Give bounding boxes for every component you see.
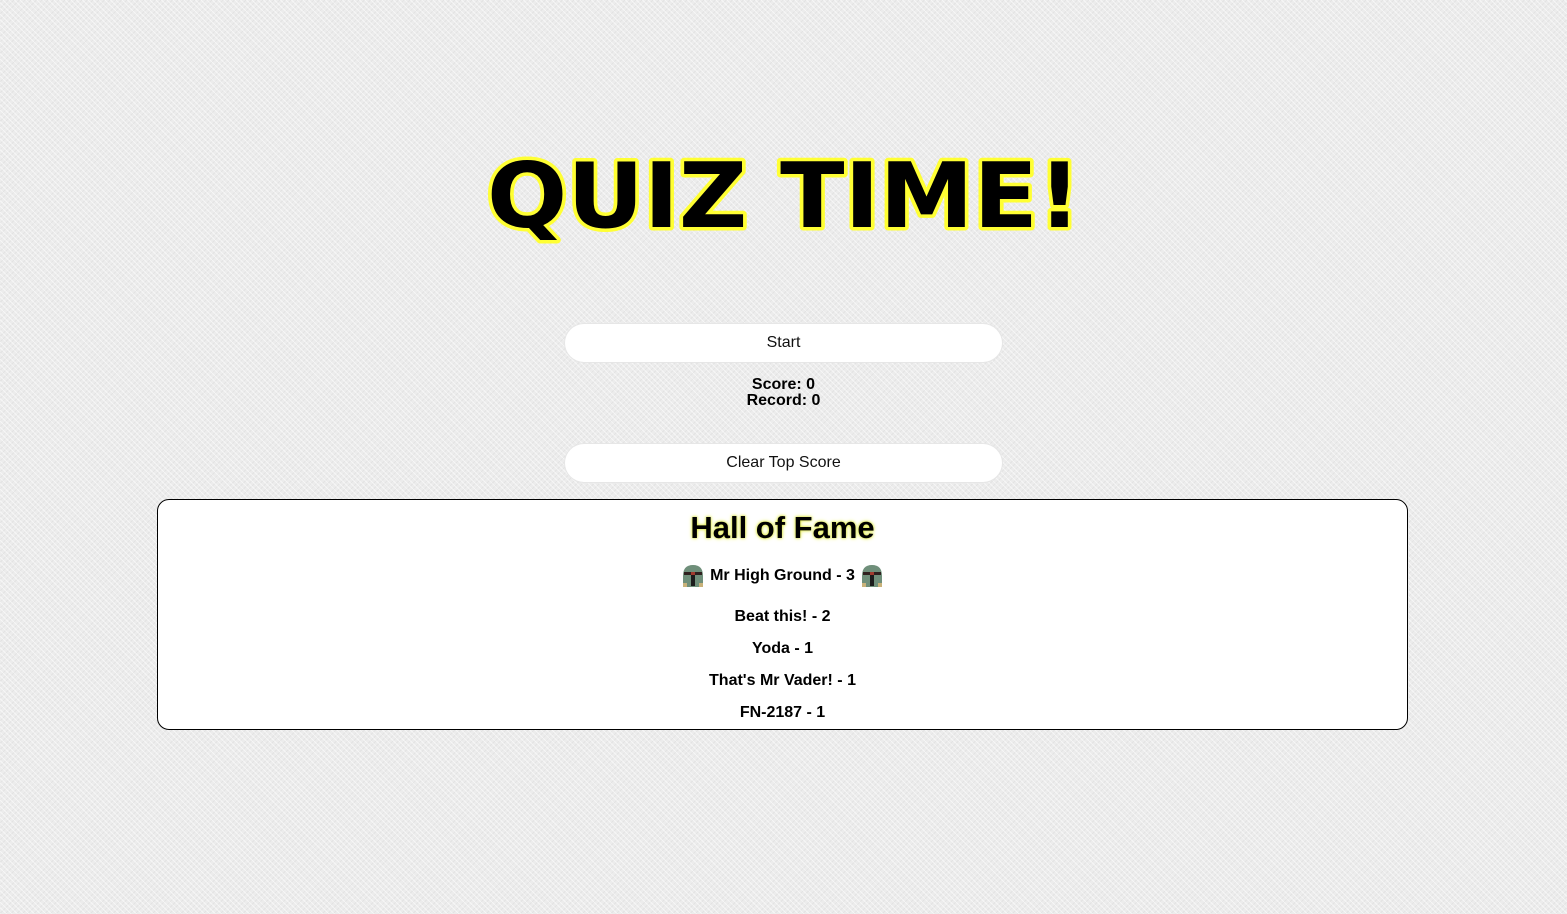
hall-of-fame-entry: Yoda - 1 <box>751 640 814 657</box>
hall-of-fame-panel: Hall of Fame Mr High Ground - 3 Beat thi… <box>157 499 1408 730</box>
clear-top-score-button[interactable]: Clear Top Score <box>565 444 1002 482</box>
hall-of-fame-entry: FN-2187 - 1 <box>739 704 826 721</box>
top-score-text: Mr High Ground - 3 <box>710 567 855 584</box>
top-score-entry: Mr High Ground - 3 <box>158 563 1407 589</box>
bounty-hunter-helmet-icon <box>683 565 704 587</box>
hall-of-fame-entry: Beat this! - 2 <box>734 608 831 625</box>
score-panel: Score: 0 Record: 0 <box>0 377 1567 409</box>
record-text: Record: 0 <box>746 392 821 409</box>
quiz-title-text: QUIZ TIME! <box>487 148 1081 248</box>
hall-of-fame-entry: That's Mr Vader! - 1 <box>709 672 856 689</box>
hall-of-fame-title: Hall of Fame <box>690 510 875 545</box>
score-text: Score: 0 <box>751 376 816 393</box>
start-button[interactable]: Start <box>565 324 1002 362</box>
bounty-hunter-helmet-icon <box>861 565 882 587</box>
quiz-title-logo: QUIZ TIME! <box>0 148 1567 248</box>
